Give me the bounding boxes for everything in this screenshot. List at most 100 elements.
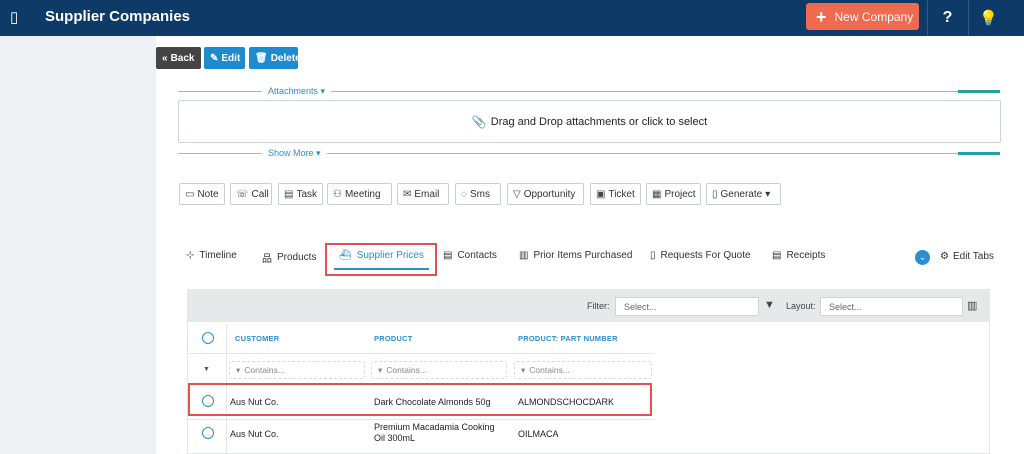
ticket-icon: ▣ [596,188,606,200]
edit-tabs-label: Edit Tabs [952,251,994,262]
lightbulb-icon: 💡 [979,10,998,27]
customer-filter-input[interactable]: ▾ Contains... [229,361,365,379]
plus-icon: + [816,6,827,27]
product-filter-input[interactable]: ▾ Contains... [371,361,507,379]
note-button[interactable]: ▭ Note [179,183,225,205]
page-title: Supplier Companies [45,8,191,25]
gear-icon: ⚙ [940,251,949,262]
row-checkbox[interactable] [202,427,214,439]
tab-timeline[interactable]: ⊹ Timeline [186,250,237,261]
rewind-icon: « [162,52,168,64]
column-header-part-number[interactable]: PRODUCT: PART NUMBER [518,334,618,343]
tab-products-label: Products [277,252,317,263]
part-number-filter-placeholder: Contains... [529,365,570,375]
paperclip-icon: 📎 [471,114,487,129]
project-label: Project [664,188,696,200]
columns-icon[interactable]: ▥ [967,299,977,312]
edit-icon: ✎ [210,52,219,64]
new-company-button[interactable]: + New Company [806,3,919,30]
tab-prior-items[interactable]: ▥ Prior Items Purchased [519,250,632,261]
back-label: Back [170,52,195,64]
edit-tabs-button[interactable]: ⚙ Edit Tabs [940,251,994,262]
dropzone-text: Drag and Drop attachments or click to se… [490,115,708,128]
attachments-toggle[interactable]: Attachments ▾ [262,86,332,97]
project-icon: ▦ [652,188,662,200]
meeting-button[interactable]: ⚇ Meeting [327,183,392,205]
email-icon: ✉ [403,188,412,200]
document-icon: ▯ [712,188,718,200]
funnel-icon[interactable]: ▼ [764,299,775,311]
edit-button[interactable]: ✎ Edit [204,47,245,69]
users-icon: ⚇ [333,188,342,200]
sms-button[interactable]: ◌ Sms [455,183,501,205]
help-button[interactable]: ? [927,0,967,36]
tab-requests-label: Requests For Quote [660,250,751,261]
call-label: Call [251,188,269,200]
ticket-button[interactable]: ▣ Ticket [590,183,641,205]
delete-label: Delete [270,52,301,64]
note-label: Note [197,188,219,200]
part-number-filter-input[interactable]: ▾ Contains... [514,361,652,379]
attachment-dropzone[interactable]: 📎 Drag and Drop attachments or click to … [178,100,1001,143]
tab-receipts[interactable]: ▤ Receipts [772,250,825,261]
show-more-label: Show More [268,148,314,158]
customer-filter-placeholder: Contains... [244,365,285,375]
note-icon: ▭ [185,188,195,200]
select-all-checkbox[interactable] [202,332,214,344]
chevron-down-icon: ⌄ [918,252,927,262]
file-icon: ▯ [650,250,656,261]
sitemap-icon: 品 [262,254,272,265]
tab-contacts[interactable]: ▤ Contacts [443,250,497,261]
tab-requests-for-quote[interactable]: ▯ Requests For Quote [650,250,751,261]
phone-icon: ☏ [236,188,249,200]
generate-label: Generate [720,188,763,200]
caret-down-icon: ▾ [320,86,326,96]
delete-button[interactable]: 🗑 Delete [249,47,301,69]
timeline-icon: ⊹ [186,250,195,261]
cell-customer: Aus Nut Co. [230,429,279,439]
opportunity-label: Opportunity [523,188,576,200]
new-company-label: New Company [834,9,914,24]
row-divider [187,419,654,420]
column-header-product[interactable]: PRODUCT [374,334,412,343]
tab-timeline-label: Timeline [199,250,237,261]
product-filter-placeholder: Contains... [386,365,427,375]
meeting-label: Meeting [344,188,381,200]
tab-products[interactable]: 品 Products [262,250,316,265]
filter-placeholder: Select... [624,301,657,312]
email-label: Email [414,188,440,200]
back-button[interactable]: « Back [156,47,201,69]
column-header-customer[interactable]: CUSTOMER [235,334,279,343]
clipboard-icon: ▤ [284,188,294,200]
trash-icon: 🗑 [255,52,268,64]
opportunity-button[interactable]: ▽ Opportunity [507,183,584,205]
task-button[interactable]: ▤ Task [278,183,323,205]
layout-placeholder: Select... [829,301,862,312]
caret-down-icon: ▾ [316,148,321,158]
calendar-icon: ▥ [519,250,529,261]
funnel-icon: ▾ [236,364,241,375]
row-highlight-annotation [188,383,652,416]
cell-part-number: OILMACA [518,429,559,439]
layout-label: Layout: [786,301,816,311]
header-divider [187,353,654,354]
tab-receipts-label: Receipts [786,250,826,261]
funnel-icon: ▾ [378,364,383,375]
tabs-expand-button[interactable]: ⌄ [915,250,930,265]
call-button[interactable]: ☏ Call [230,183,272,205]
task-label: Task [296,188,318,200]
contact-card-icon: ▤ [443,250,453,261]
filter-icon: ▽ [513,188,521,200]
email-button[interactable]: ✉ Email [397,183,449,205]
attachments-label: Attachments [268,86,319,96]
show-more-toggle[interactable]: Show More ▾ [262,148,327,159]
lightbulb-button[interactable]: 💡 [968,0,1008,36]
layout-select[interactable]: Select... [820,297,963,316]
building-icon: ▯ [10,9,19,26]
filter-row-icon: ▼ [203,366,210,373]
generate-button[interactable]: ▯ Generate ▾ [706,183,781,205]
filter-select[interactable]: Select... [615,297,759,316]
project-button[interactable]: ▦ Project [646,183,701,205]
sms-label: Sms [469,188,490,200]
tab-prior-items-label: Prior Items Purchased [533,250,633,261]
